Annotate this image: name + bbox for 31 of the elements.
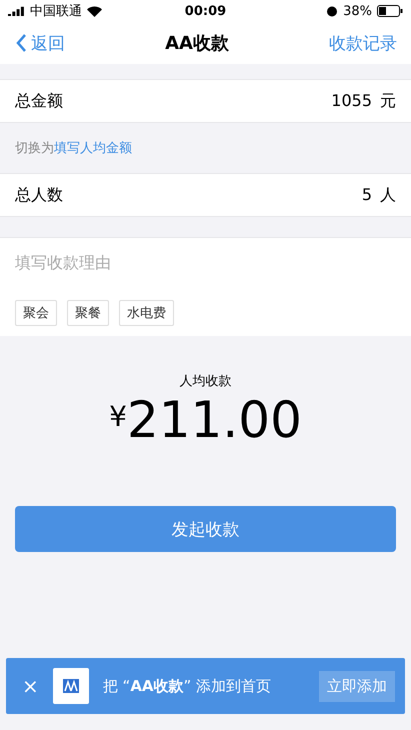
battery-percent: 38% <box>343 4 372 18</box>
carrier-name: 中国联通 <box>30 3 82 20</box>
total-value: 1055 <box>331 90 372 112</box>
reason-tag[interactable]: 聚会 <box>15 300 57 326</box>
signal-icon <box>8 6 25 16</box>
total-amount-row[interactable]: 总金额 1055 元 <box>0 79 411 123</box>
unit-label: 元 <box>380 90 396 112</box>
records-link[interactable]: 收款记录 <box>329 32 397 54</box>
people-value: 5 <box>362 184 372 206</box>
currency-symbol: ¥ <box>109 400 127 433</box>
clock-time: 00:09 <box>184 4 226 18</box>
add-button[interactable]: 立即添加 <box>319 670 395 702</box>
unit-label: 人 <box>380 184 396 206</box>
back-link[interactable]: 返回 <box>16 32 65 54</box>
switch-link[interactable]: 填写人均金额 <box>54 139 132 157</box>
people-label: 总人数 <box>15 184 63 206</box>
reason-tag[interactable]: 聚餐 <box>67 300 109 326</box>
people-count-row[interactable]: 总人数 5 人 <box>0 173 411 217</box>
switch-hint: 切换为 <box>15 140 54 157</box>
app-logo-icon <box>52 668 89 704</box>
close-button[interactable]: × <box>22 674 39 698</box>
reason-tag[interactable]: 水电费 <box>119 300 174 326</box>
page-title: AA收款 <box>165 32 229 55</box>
average-amount: 211.00 <box>126 392 302 448</box>
banner-text: 把 “AA收款” 添加到首页 <box>102 676 272 696</box>
chevron-left-icon <box>16 34 27 52</box>
total-label: 总金额 <box>15 90 63 112</box>
average-label: 人均收款 <box>180 373 232 390</box>
wifi-icon <box>87 6 102 16</box>
battery-icon <box>376 5 403 17</box>
submit-button[interactable]: 发起收款 <box>15 506 396 552</box>
